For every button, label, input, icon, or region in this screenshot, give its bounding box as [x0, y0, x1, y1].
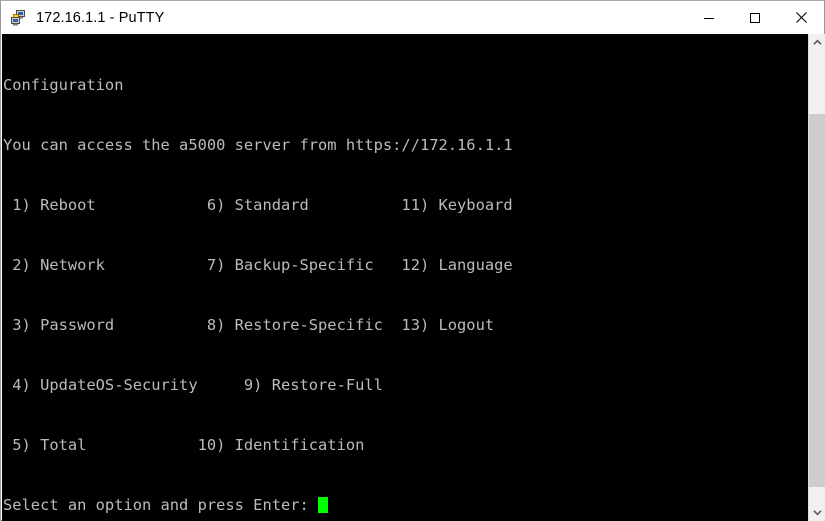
terminal-line-info: You can access the a5000 server from htt… — [3, 136, 513, 154]
vertical-scrollbar[interactable] — [808, 34, 825, 521]
putty-window: 172.16.1.1 - PuTTY Configuration You can… — [0, 0, 825, 521]
scroll-down-button[interactable] — [809, 504, 825, 521]
minimize-button[interactable] — [686, 1, 732, 34]
title-bar[interactable]: 172.16.1.1 - PuTTY — [1, 1, 824, 34]
window-controls — [686, 1, 824, 34]
terminal-prompt-line: Select an option and press Enter: — [3, 495, 513, 515]
chevron-down-icon — [812, 510, 822, 516]
scrollbar-thumb[interactable] — [809, 114, 825, 487]
terminal-line-menu-2: 2) Network 7) Backup-Specific 12) Langua… — [3, 256, 513, 274]
terminal-line-menu-3: 3) Password 8) Restore-Specific 13) Logo… — [3, 316, 495, 334]
terminal-screen[interactable]: Configuration You can access the a5000 s… — [2, 34, 808, 521]
terminal-area: Configuration You can access the a5000 s… — [2, 34, 825, 521]
prompt-text: Select an option and press Enter: — [3, 496, 319, 514]
terminal-line-menu-5: 5) Total 10) Identification — [3, 436, 365, 454]
scroll-up-button[interactable] — [809, 34, 825, 51]
title-bar-left: 172.16.1.1 - PuTTY — [1, 9, 686, 27]
terminal-line-menu-1: 1) Reboot 6) Standard 11) Keyboard — [3, 196, 513, 214]
window-title: 172.16.1.1 - PuTTY — [36, 9, 165, 26]
putty-network-computers-icon — [10, 9, 28, 27]
close-button[interactable] — [778, 1, 824, 34]
maximize-button[interactable] — [732, 1, 778, 34]
chevron-up-icon — [812, 39, 822, 45]
terminal-text: Configuration You can access the a5000 s… — [3, 35, 513, 521]
terminal-line-menu-4: 4) UpdateOS-Security 9) Restore-Full — [3, 376, 383, 394]
text-cursor — [318, 497, 329, 513]
terminal-line-heading: Configuration — [3, 76, 124, 94]
